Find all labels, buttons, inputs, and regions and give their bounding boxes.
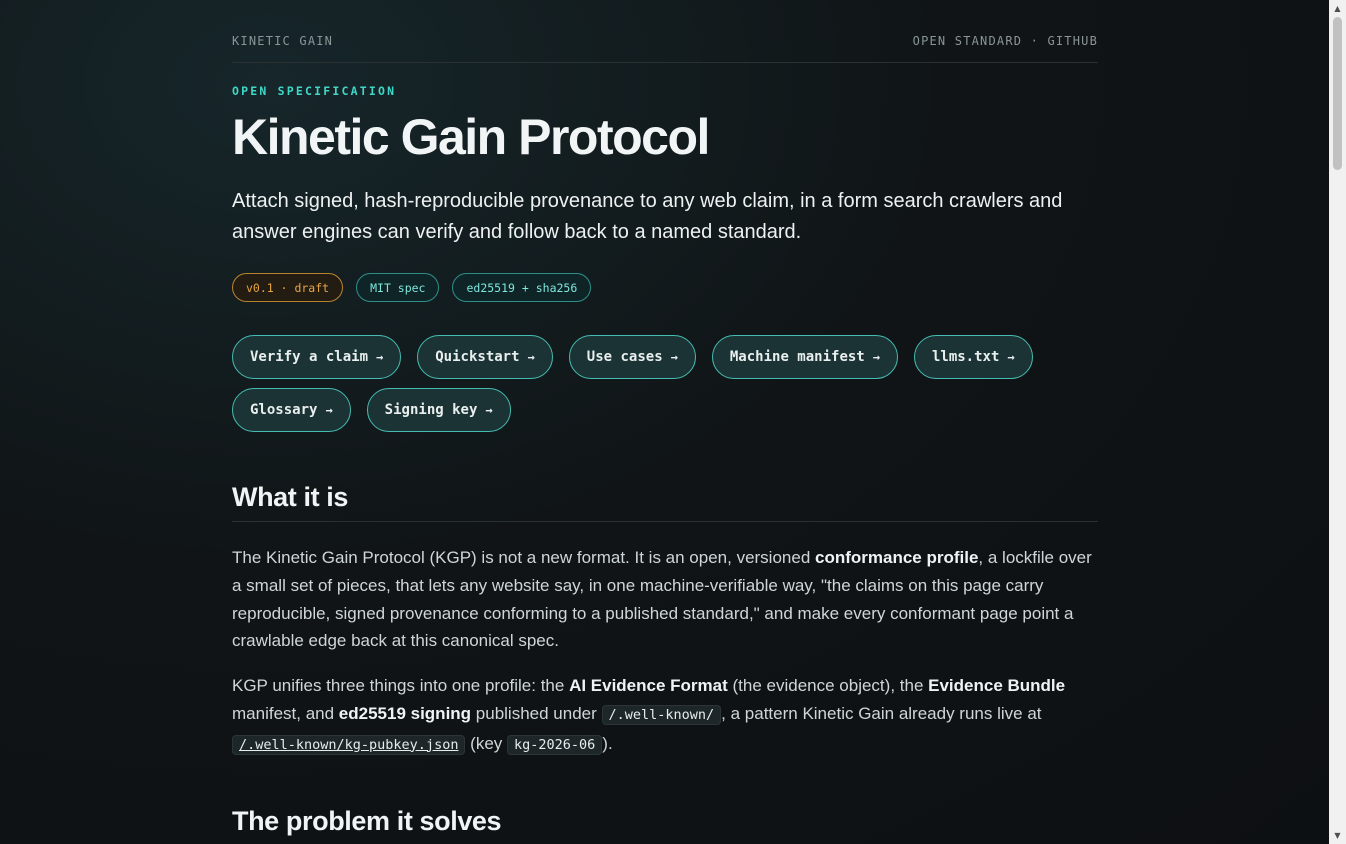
arrow-right-icon: →	[872, 350, 880, 364]
button-label: Quickstart	[435, 349, 520, 365]
arrow-right-icon: →	[485, 403, 493, 417]
section-heading-what-it-is: What it is	[232, 482, 1098, 522]
scroll-down-arrow-icon[interactable]: ▼	[1329, 827, 1346, 844]
badge-row: v0.1 · draft MIT spec ed25519 + sha256	[232, 273, 592, 302]
vertical-scrollbar[interactable]: ▲ ▼	[1329, 0, 1346, 844]
arrow-right-icon: →	[1007, 350, 1015, 364]
button-label: Signing key	[384, 402, 478, 418]
button-label: Use cases	[586, 349, 663, 365]
text: ).	[602, 733, 613, 753]
signing-key-button[interactable]: Signing key →	[366, 388, 511, 432]
text: , a pattern Kinetic Gain already runs li…	[721, 703, 1042, 723]
text: (key	[465, 733, 508, 753]
arrow-right-icon: →	[325, 403, 333, 417]
license-badge: MIT spec	[356, 273, 440, 302]
quickstart-button[interactable]: Quickstart →	[417, 335, 553, 379]
verify-claim-button[interactable]: Verify a claim →	[232, 335, 402, 379]
scroll-up-arrow-icon[interactable]: ▲	[1329, 0, 1346, 17]
arrow-right-icon: →	[376, 350, 384, 364]
page-title: Kinetic Gain Protocol	[232, 109, 710, 165]
brand-name[interactable]: KINETIC GAIN	[232, 34, 333, 48]
button-label: Machine manifest	[729, 349, 865, 365]
top-nav-links[interactable]: OPEN STANDARD · GITHUB	[913, 34, 1098, 48]
text: The Kinetic Gain Protocol (KGP) is not a…	[232, 548, 815, 567]
text: manifest, and	[232, 703, 339, 723]
action-buttons: Verify a claim → Quickstart → Use cases → M…	[232, 335, 1098, 432]
machine-manifest-button[interactable]: Machine manifest →	[711, 335, 898, 379]
emphasis: AI Evidence Format	[569, 676, 728, 695]
hero-lede: Attach signed, hash-reproducible provena…	[232, 190, 1063, 243]
top-nav: KINETIC GAIN OPEN STANDARD · GITHUB	[232, 0, 1098, 63]
emphasis: conformance profile	[815, 548, 979, 567]
llms-txt-button[interactable]: llms.txt →	[913, 335, 1033, 379]
pubkey-link[interactable]: /.well-known/kg-pubkey.json	[232, 734, 466, 755]
use-cases-button[interactable]: Use cases →	[568, 335, 696, 379]
well-known-path-code: /.well-known/	[601, 704, 722, 725]
text: (the evidence object), the	[727, 676, 929, 695]
page-content: KINETIC GAIN OPEN STANDARD · GITHUB OPEN…	[232, 0, 1098, 836]
emphasis: ed25519 signing	[338, 703, 472, 723]
arrow-right-icon: →	[670, 350, 678, 364]
button-label: Verify a claim	[250, 349, 369, 365]
glossary-button[interactable]: Glossary →	[232, 388, 351, 432]
crypto-badge: ed25519 + sha256	[452, 273, 592, 302]
key-id-code: kg-2026-06	[507, 734, 603, 755]
arrow-right-icon: →	[527, 350, 535, 364]
text: KGP unifies three things into one profil…	[232, 676, 570, 695]
button-label: Glossary	[250, 402, 318, 418]
button-label: llms.txt	[931, 349, 1000, 365]
what-it-is-paragraph-2: KGP unifies three things into one profil…	[232, 672, 1098, 759]
what-it-is-paragraph-1: The Kinetic Gain Protocol (KGP) is not a…	[232, 544, 1098, 655]
version-badge: v0.1 · draft	[232, 273, 344, 302]
eyebrow-label: OPEN SPECIFICATION	[232, 84, 397, 98]
text: published under	[471, 703, 602, 723]
section-heading-problem: The problem it solves	[232, 806, 502, 836]
scrollbar-thumb[interactable]	[1333, 17, 1342, 170]
emphasis: Evidence Bundle	[928, 676, 1066, 695]
